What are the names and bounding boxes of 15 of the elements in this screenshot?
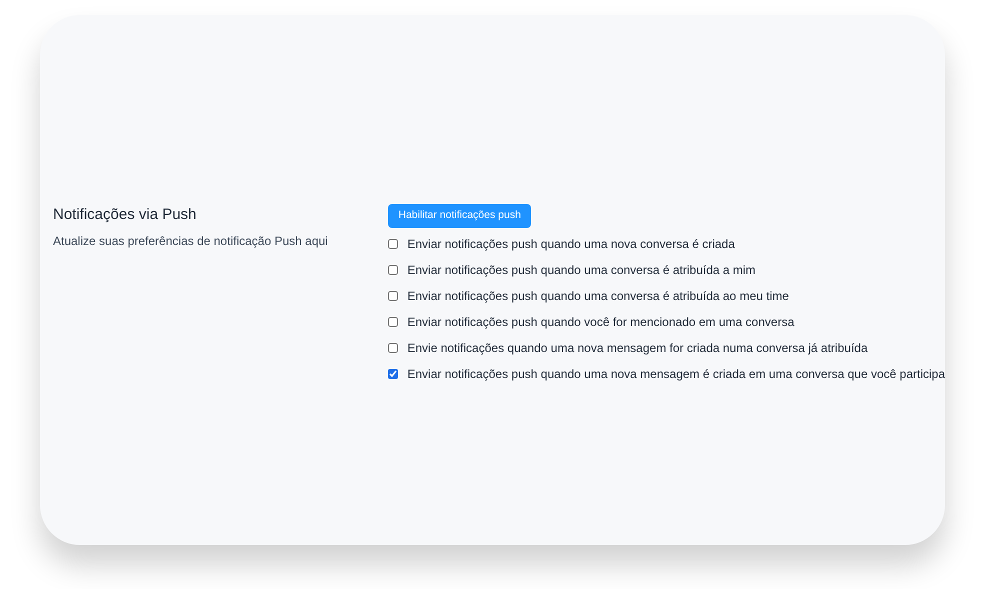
checkbox[interactable] — [388, 368, 398, 379]
checkbox[interactable] — [388, 264, 398, 275]
checkbox[interactable] — [388, 290, 398, 301]
option-label: Enviar notificações push quando você for mencionado em uma conversa — [407, 314, 794, 331]
section-title: Notificações via Push — [53, 205, 198, 225]
option-label: Enviar notificações push quando uma conversa é atribuída ao meu time — [407, 288, 789, 305]
checkbox[interactable] — [388, 238, 398, 249]
checkbox[interactable] — [388, 316, 398, 327]
option-label: Enviar notificações push quando uma nova conversa é criada — [407, 236, 735, 253]
section-description: Atualize suas preferências de notificação Push aqui — [53, 232, 329, 250]
option-label: Envie notificações quando uma nova mensagem for criada numa conversa já atribuída — [407, 340, 868, 357]
option-label: Enviar notificações push quando uma nova mensagem é criada em uma conversa que você participa — [407, 366, 945, 383]
option-label: Enviar notificações push quando uma conversa é atribuída a mim — [407, 262, 756, 279]
checkbox[interactable] — [388, 342, 398, 353]
enable-push-button[interactable]: Habilitar notificações push — [388, 204, 531, 228]
